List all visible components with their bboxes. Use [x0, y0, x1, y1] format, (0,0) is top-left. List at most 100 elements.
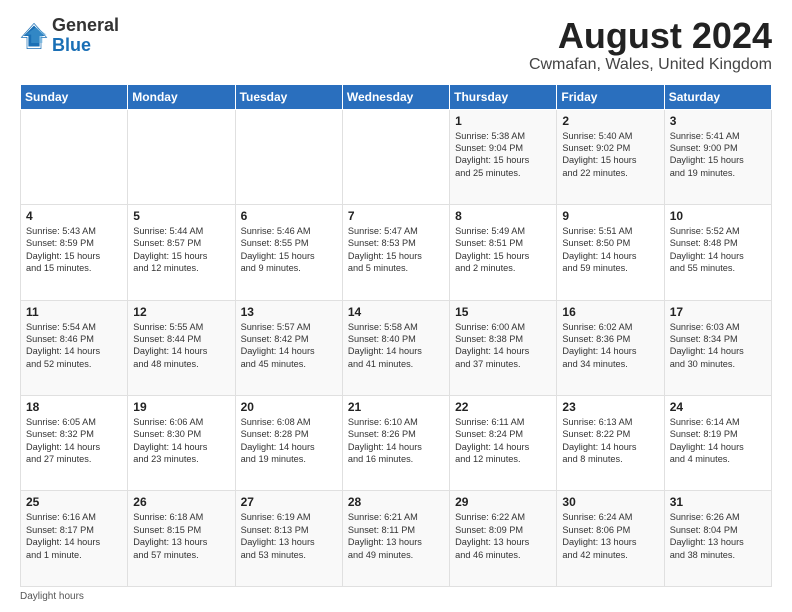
day-info-line: and 38 minutes. — [670, 549, 766, 561]
day-info-line: Daylight: 14 hours — [455, 441, 551, 453]
table-row: 14Sunrise: 5:58 AMSunset: 8:40 PMDayligh… — [342, 300, 449, 395]
table-row — [128, 109, 235, 204]
table-row: 12Sunrise: 5:55 AMSunset: 8:44 PMDayligh… — [128, 300, 235, 395]
table-row: 30Sunrise: 6:24 AMSunset: 8:06 PMDayligh… — [557, 491, 664, 587]
day-info-line: and 1 minute. — [26, 549, 122, 561]
day-info-line: Daylight: 14 hours — [562, 345, 658, 357]
table-row: 11Sunrise: 5:54 AMSunset: 8:46 PMDayligh… — [21, 300, 128, 395]
day-info-line: Daylight: 14 hours — [133, 345, 229, 357]
day-info-line: Sunset: 8:51 PM — [455, 237, 551, 249]
day-info-line: and 4 minutes. — [670, 453, 766, 465]
calendar-header-row: Sunday Monday Tuesday Wednesday Thursday… — [21, 84, 772, 109]
day-info-line: Sunset: 8:46 PM — [26, 333, 122, 345]
table-row: 10Sunrise: 5:52 AMSunset: 8:48 PMDayligh… — [664, 205, 771, 300]
table-row: 21Sunrise: 6:10 AMSunset: 8:26 PMDayligh… — [342, 396, 449, 491]
day-number: 17 — [670, 305, 766, 319]
day-info-line: Daylight: 14 hours — [455, 345, 551, 357]
day-info-line: Daylight: 13 hours — [670, 536, 766, 548]
day-number: 1 — [455, 114, 551, 128]
day-info-line: Sunset: 8:06 PM — [562, 524, 658, 536]
day-info-line: and 19 minutes. — [241, 453, 337, 465]
day-info-line: Sunset: 8:15 PM — [133, 524, 229, 536]
day-number: 24 — [670, 400, 766, 414]
day-number: 30 — [562, 495, 658, 509]
day-info-line: Sunrise: 5:47 AM — [348, 225, 444, 237]
day-info-line: Sunset: 8:34 PM — [670, 333, 766, 345]
day-info-line: Sunset: 8:32 PM — [26, 428, 122, 440]
day-info-line: Daylight: 15 hours — [455, 250, 551, 262]
table-row: 19Sunrise: 6:06 AMSunset: 8:30 PMDayligh… — [128, 396, 235, 491]
day-number: 15 — [455, 305, 551, 319]
day-info-line: Daylight: 14 hours — [26, 536, 122, 548]
day-info-line: and 34 minutes. — [562, 358, 658, 370]
day-number: 23 — [562, 400, 658, 414]
day-info-line: Sunset: 8:30 PM — [133, 428, 229, 440]
day-info-line: and 12 minutes. — [455, 453, 551, 465]
day-info-line: Sunrise: 6:14 AM — [670, 416, 766, 428]
col-monday: Monday — [128, 84, 235, 109]
day-info-line: Sunset: 8:38 PM — [455, 333, 551, 345]
col-friday: Friday — [557, 84, 664, 109]
day-number: 2 — [562, 114, 658, 128]
table-row: 15 Sunrise: 6:00 AMSunset: 8:38 PMDayligh… — [450, 300, 557, 395]
table-row: 13Sunrise: 5:57 AMSunset: 8:42 PMDayligh… — [235, 300, 342, 395]
day-info-line: Daylight: 14 hours — [241, 345, 337, 357]
day-info-line: Sunrise: 6:02 AM — [562, 321, 658, 333]
day-number: 11 — [26, 305, 122, 319]
table-row: 31 Sunrise: 6:26 AMSunset: 8:04 PMDayligh… — [664, 491, 771, 587]
day-info-line: Sunset: 9:02 PM — [562, 142, 658, 154]
day-info-line: Sunrise: 5:55 AM — [133, 321, 229, 333]
day-info-line: Daylight: 15 hours — [455, 154, 551, 166]
table-row: 17Sunrise: 6:03 AMSunset: 8:34 PMDayligh… — [664, 300, 771, 395]
day-info-line: Sunrise: 6:26 AM — [670, 511, 766, 523]
table-row — [235, 109, 342, 204]
day-info-line: Sunrise: 5:46 AM — [241, 225, 337, 237]
day-info-line: Sunset: 8:53 PM — [348, 237, 444, 249]
day-info-line: and 48 minutes. — [133, 358, 229, 370]
day-info-line: and 23 minutes. — [133, 453, 229, 465]
day-info-line: Sunset: 8:22 PM — [562, 428, 658, 440]
day-info-line: and 19 minutes. — [670, 167, 766, 179]
day-info-line: and 53 minutes. — [241, 549, 337, 561]
day-info-line: Sunset: 8:59 PM — [26, 237, 122, 249]
day-number: 20 — [241, 400, 337, 414]
day-info-line: Sunrise: 6:08 AM — [241, 416, 337, 428]
day-info-line: Sunset: 8:19 PM — [670, 428, 766, 440]
day-info-line: Sunrise: 5:41 AM — [670, 130, 766, 142]
day-info-line: and 27 minutes. — [26, 453, 122, 465]
table-row: 9Sunrise: 5:51 AMSunset: 8:50 PMDaylight… — [557, 205, 664, 300]
day-info-line: Daylight: 14 hours — [670, 250, 766, 262]
day-info-line: Sunrise: 5:57 AM — [241, 321, 337, 333]
table-row — [21, 109, 128, 204]
title-section: August 2024 Cwmafan, Wales, United Kingd… — [529, 16, 772, 74]
logo-blue: Blue — [52, 36, 119, 56]
day-info-line: and 9 minutes. — [241, 262, 337, 274]
day-info-line: Sunrise: 6:06 AM — [133, 416, 229, 428]
day-info-line: and 59 minutes. — [562, 262, 658, 274]
day-number: 5 — [133, 209, 229, 223]
day-info-line: Daylight: 15 hours — [26, 250, 122, 262]
day-number: 9 — [562, 209, 658, 223]
day-number: 31 — [670, 495, 766, 509]
day-info-line: and 16 minutes. — [348, 453, 444, 465]
day-info-line: Sunrise: 5:38 AM — [455, 130, 551, 142]
day-info-line: Sunset: 8:50 PM — [562, 237, 658, 249]
day-info-line: Sunrise: 5:40 AM — [562, 130, 658, 142]
day-info-line: Daylight: 13 hours — [133, 536, 229, 548]
day-info-line: Sunrise: 5:49 AM — [455, 225, 551, 237]
header: General Blue August 2024 Cwmafan, Wales,… — [20, 16, 772, 74]
table-row: 27Sunrise: 6:19 AMSunset: 8:13 PMDayligh… — [235, 491, 342, 587]
day-info-line: Daylight: 13 hours — [348, 536, 444, 548]
day-info-line: and 5 minutes. — [348, 262, 444, 274]
day-number: 12 — [133, 305, 229, 319]
day-number: 14 — [348, 305, 444, 319]
logo: General Blue — [20, 16, 119, 56]
day-number: 29 — [455, 495, 551, 509]
day-info-line: Sunset: 8:04 PM — [670, 524, 766, 536]
day-info-line: Daylight: 13 hours — [562, 536, 658, 548]
day-info-line: Sunrise: 6:10 AM — [348, 416, 444, 428]
calendar-week-row: 1Sunrise: 5:38 AMSunset: 9:04 PMDaylight… — [21, 109, 772, 204]
table-row: 25Sunrise: 6:16 AMSunset: 8:17 PMDayligh… — [21, 491, 128, 587]
table-row: 5Sunrise: 5:44 AMSunset: 8:57 PMDaylight… — [128, 205, 235, 300]
day-info-line: Sunrise: 6:00 AM — [455, 321, 551, 333]
